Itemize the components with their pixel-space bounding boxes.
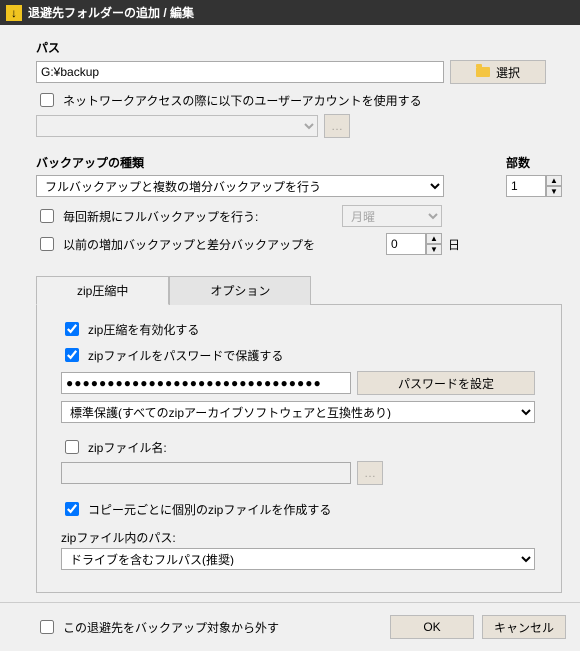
full-each-time-checkbox[interactable]: 毎回新規にフルバックアップを行う: — [36, 206, 336, 226]
window-title: 退避先フォルダーの追加 / 編集 — [28, 4, 194, 21]
set-password-button[interactable]: パスワードを設定 — [357, 371, 535, 395]
keep-prev-input[interactable] — [40, 237, 54, 251]
inner-path-select[interactable]: ドライブを含むフルパス(推奨) — [61, 548, 535, 570]
protection-mode-select[interactable]: 標準保護(すべてのzipアーカイブソフトウェアと互換性あり) — [61, 401, 535, 423]
full-each-time-input[interactable] — [40, 209, 54, 223]
folder-icon — [476, 67, 490, 77]
zip-filename-label: zipファイル名: — [88, 439, 167, 456]
zip-protect-input[interactable] — [65, 348, 79, 362]
copies-label: 部数 — [506, 154, 562, 171]
zip-per-source-checkbox[interactable]: コピー元ごとに個別のzipファイルを作成する — [61, 499, 331, 519]
keep-days-input[interactable] — [386, 233, 426, 255]
keep-prev-checkbox[interactable]: 以前の増加バックアップと差分バックアップを — [36, 234, 336, 254]
zip-per-source-label: コピー元ごとに個別のzipファイルを作成する — [88, 501, 331, 518]
copies-spinner[interactable]: ▲ ▼ — [506, 175, 562, 197]
keep-days-up[interactable]: ▲ — [426, 233, 442, 244]
zip-enable-input[interactable] — [65, 322, 79, 336]
ok-button[interactable]: OK — [390, 615, 474, 639]
tab-panel-zip: zip圧縮を有効化する zipファイルをパスワードで保護する パスワードを設定 … — [36, 305, 562, 593]
zip-enable-label: zip圧縮を有効化する — [88, 321, 199, 338]
cancel-button[interactable]: キャンセル — [482, 615, 566, 639]
use-network-account-input[interactable] — [40, 93, 54, 107]
tab-zip[interactable]: zip圧縮中 — [36, 276, 169, 305]
set-password-label: パスワードを設定 — [398, 375, 494, 392]
keep-days-spinner[interactable]: ▲ ▼ — [386, 233, 442, 255]
path-input[interactable] — [36, 61, 444, 83]
zip-filename-input — [61, 462, 351, 484]
network-account-select — [36, 115, 318, 137]
copies-down[interactable]: ▼ — [546, 186, 562, 197]
network-account-more-button: … — [324, 114, 350, 138]
inner-path-label: zipファイル内のパス: — [61, 529, 543, 546]
zip-per-source-input[interactable] — [65, 502, 79, 516]
use-network-account-checkbox[interactable]: ネットワークアクセスの際に以下のユーザーアカウントを使用する — [36, 90, 422, 110]
zip-protect-label: zipファイルをパスワードで保護する — [88, 347, 283, 364]
zip-protect-checkbox[interactable]: zipファイルをパスワードで保護する — [61, 345, 283, 365]
path-label: パス — [36, 39, 562, 56]
copies-input[interactable] — [506, 175, 546, 197]
app-icon: ↓ — [6, 5, 22, 21]
exclude-input[interactable] — [40, 620, 54, 634]
zip-filename-check-input[interactable] — [65, 440, 79, 454]
browse-button[interactable]: 選択 — [450, 60, 546, 84]
copies-up[interactable]: ▲ — [546, 175, 562, 186]
day-select: 月曜 — [342, 205, 442, 227]
zip-filename-checkbox[interactable]: zipファイル名: — [61, 437, 167, 457]
tab-options[interactable]: オプション — [169, 276, 311, 305]
dialog-footer: この退避先をバックアップ対象から外す OK キャンセル — [0, 602, 580, 651]
exclude-checkbox[interactable]: この退避先をバックアップ対象から外す — [36, 617, 382, 637]
full-each-time-label: 毎回新規にフルバックアップを行う: — [63, 208, 258, 225]
backup-type-label: バックアップの種類 — [36, 154, 476, 171]
days-suffix: 日 — [448, 236, 460, 253]
exclude-label: この退避先をバックアップ対象から外す — [63, 619, 279, 636]
zip-filename-more-button: … — [357, 461, 383, 485]
zip-enable-checkbox[interactable]: zip圧縮を有効化する — [61, 319, 199, 339]
keep-prev-label: 以前の増加バックアップと差分バックアップを — [63, 236, 315, 253]
keep-days-down[interactable]: ▼ — [426, 244, 442, 255]
use-network-account-label: ネットワークアクセスの際に以下のユーザーアカウントを使用する — [63, 92, 422, 109]
backup-type-select[interactable]: フルバックアップと複数の増分バックアップを行う — [36, 175, 444, 197]
window-titlebar: ↓ 退避先フォルダーの追加 / 編集 — [0, 0, 580, 25]
zip-password-display — [61, 372, 351, 394]
browse-label: 選択 — [496, 64, 520, 81]
